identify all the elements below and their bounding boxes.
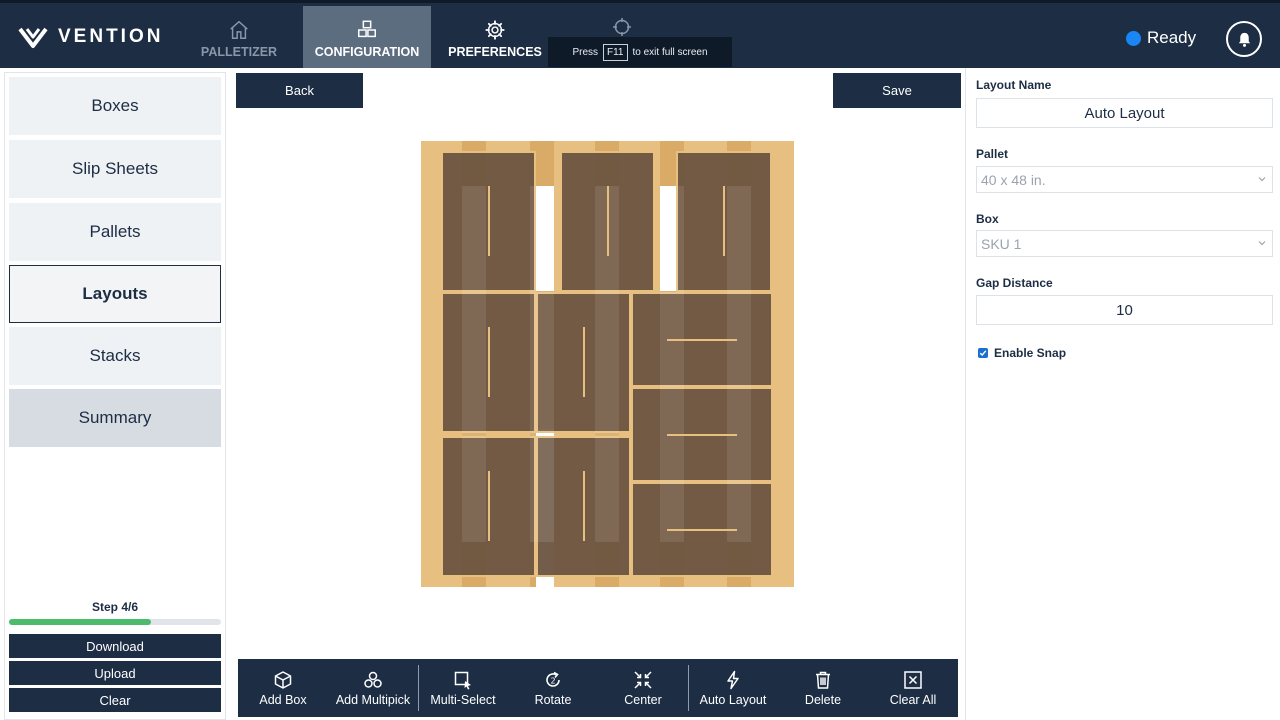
- fullscreen-toast: Press F11 to exit full screen: [548, 37, 732, 67]
- home-icon: [230, 20, 248, 39]
- trash-icon: [816, 671, 830, 689]
- center-button[interactable]: Center: [598, 659, 688, 717]
- crosshair-icon[interactable]: [612, 17, 632, 37]
- tab-preferences[interactable]: PREFERENCES: [431, 6, 559, 71]
- bell-icon: [1238, 32, 1250, 47]
- center-label: Center: [624, 692, 662, 707]
- chevron-down-icon: [1258, 241, 1266, 246]
- upload-button[interactable]: Upload: [9, 661, 221, 685]
- tab-configuration-label: CONFIGURATION: [314, 44, 420, 59]
- add-multipick-label: Add Multipick: [335, 692, 411, 707]
- pallet-label: Pallet: [976, 147, 1009, 161]
- bolt-icon: [727, 670, 739, 689]
- download-button[interactable]: Download: [9, 634, 221, 658]
- enable-snap-label: Enable Snap: [994, 346, 1067, 360]
- layout-name-label: Layout Name: [976, 78, 1052, 92]
- cube-icon: [274, 670, 292, 689]
- sidebar-item-stacks[interactable]: Stacks: [9, 327, 221, 385]
- save-button[interactable]: Save: [833, 73, 961, 108]
- clear-all-icon: [904, 670, 922, 689]
- boxes-icon: [358, 20, 376, 37]
- chevron-down-icon: [1258, 177, 1266, 182]
- step-progress-fill: [9, 619, 152, 625]
- tab-palletizer[interactable]: PALLETIZER: [175, 6, 303, 71]
- status-indicator: Ready: [1126, 28, 1196, 48]
- tab-preferences-label: PREFERENCES: [448, 44, 542, 59]
- fullscreen-toast-suffix: to exit full screen: [632, 46, 708, 58]
- rotate-label: Rotate: [534, 692, 572, 707]
- sidebar-item-label: Slip Sheets: [72, 159, 158, 178]
- rotate-icon: 2: [546, 671, 560, 687]
- sidebar-item-label: Pallets: [89, 222, 141, 241]
- sidebar-item-pallets[interactable]: Pallets: [9, 203, 221, 261]
- sidebar-item-label: Layouts: [82, 284, 148, 303]
- gap-distance-label: Gap Distance: [976, 276, 1053, 290]
- sidebar-item-label: Summary: [78, 408, 152, 427]
- svg-text:2: 2: [550, 676, 555, 685]
- status-text: Ready: [1147, 28, 1197, 47]
- delete-button[interactable]: Delete: [778, 659, 868, 717]
- gap-distance-field[interactable]: 10: [976, 295, 1273, 325]
- multi-select-button[interactable]: Multi-Select: [418, 659, 508, 717]
- layout-name-field[interactable]: Auto Layout: [976, 98, 1273, 128]
- step-progress-bar: [9, 619, 221, 625]
- layout-editor: Back Save Add Box Add Multipick Multi-Se…: [226, 68, 965, 720]
- top-bar: VENTION PALLETIZER CONFIGURATION PREFERE…: [0, 0, 1280, 71]
- auto-layout-label: Auto Layout: [699, 692, 767, 707]
- auto-layout-button[interactable]: Auto Layout: [688, 659, 778, 717]
- sidebar-item-boxes[interactable]: Boxes: [9, 77, 221, 135]
- brand-name: VENTION: [58, 26, 164, 47]
- box-select-value: SKU 1: [981, 235, 1022, 252]
- tab-palletizer-label: PALLETIZER: [200, 44, 278, 59]
- sidebar: Boxes Slip Sheets Pallets Layouts Stacks…: [4, 72, 226, 720]
- select-icon: [454, 671, 471, 689]
- enable-snap-checkbox[interactable]: [978, 348, 988, 358]
- layout-properties-panel: Layout Name Auto Layout Pallet 40 x 48 i…: [965, 68, 1280, 720]
- center-icon: [634, 670, 652, 689]
- add-multipick-button[interactable]: Add Multipick: [328, 659, 418, 717]
- add-box-label: Add Box: [259, 692, 307, 707]
- box-select[interactable]: SKU 1: [976, 230, 1273, 257]
- clear-all-label: Clear All: [889, 692, 937, 707]
- box-label: Box: [976, 212, 999, 226]
- tab-configuration[interactable]: CONFIGURATION: [303, 6, 431, 71]
- back-button[interactable]: Back: [236, 73, 363, 108]
- fullscreen-toast-key: F11: [603, 43, 628, 61]
- sidebar-item-label: Stacks: [89, 346, 141, 365]
- fullscreen-toast-prefix: Press: [572, 46, 598, 58]
- enable-snap-row[interactable]: Enable Snap: [978, 346, 1066, 360]
- notifications-button[interactable]: [1226, 21, 1262, 57]
- sidebar-item-label: Boxes: [91, 96, 139, 115]
- gear-icon: [485, 19, 505, 40]
- pallet-select-value: 40 x 48 in.: [981, 171, 1046, 188]
- add-box-button[interactable]: Add Box: [238, 659, 328, 717]
- step-label: Step 4/6: [91, 600, 139, 614]
- pallet-select[interactable]: 40 x 48 in.: [976, 166, 1273, 193]
- sidebar-item-layouts[interactable]: Layouts: [9, 265, 221, 323]
- multipick-icon: [364, 671, 382, 688]
- pallet-canvas[interactable]: [421, 141, 794, 587]
- sidebar-item-summary[interactable]: Summary: [9, 389, 221, 447]
- sidebar-item-slip-sheets[interactable]: Slip Sheets: [9, 140, 221, 198]
- rotate-button[interactable]: 2 Rotate: [508, 659, 598, 717]
- clear-all-button[interactable]: Clear All: [868, 659, 958, 717]
- clear-button[interactable]: Clear: [9, 688, 221, 712]
- status-dot-icon: [1126, 30, 1141, 46]
- layout-toolbar: Add Box Add Multipick Multi-Select 2 Rot…: [238, 659, 958, 717]
- vention-logo-icon: [18, 27, 48, 48]
- delete-label: Delete: [804, 692, 842, 707]
- brand: VENTION: [18, 3, 163, 71]
- multi-select-label: Multi-Select: [430, 692, 496, 707]
- checkmark-icon: [979, 350, 987, 357]
